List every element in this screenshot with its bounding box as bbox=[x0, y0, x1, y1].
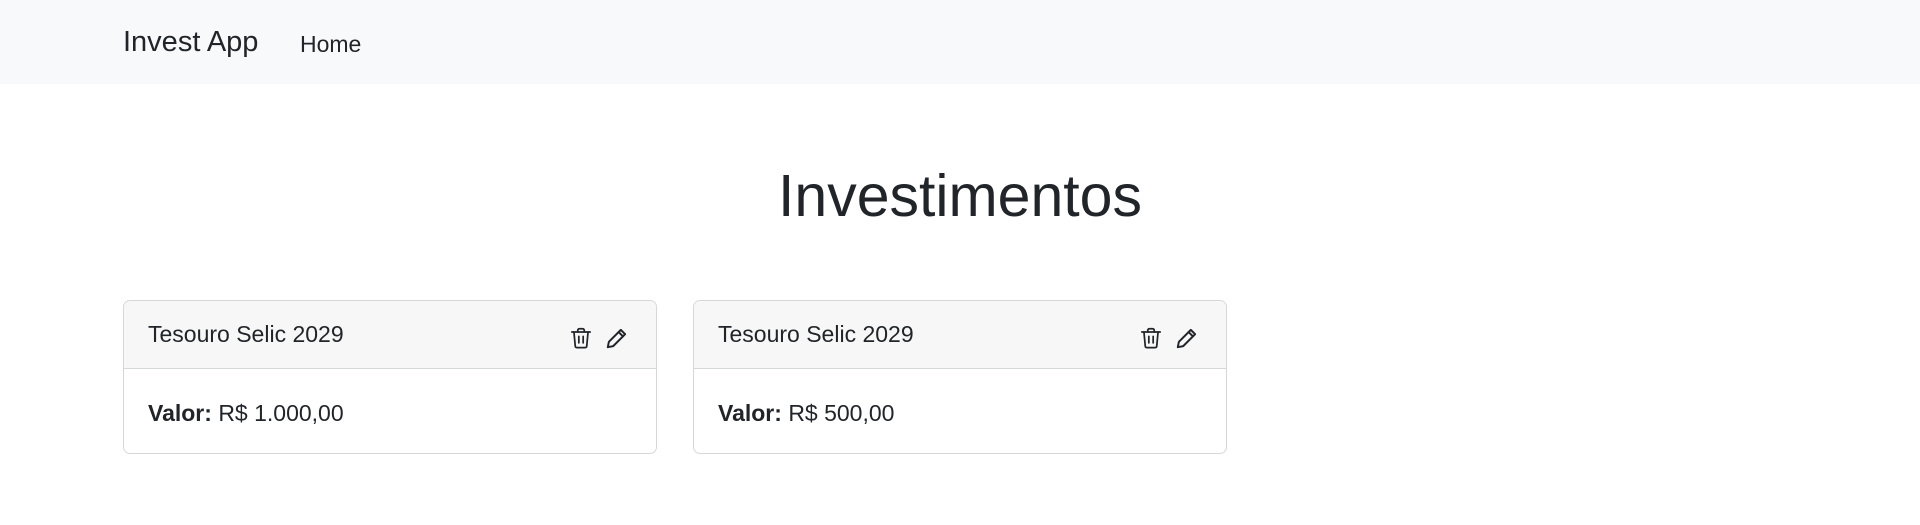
pencil-icon[interactable] bbox=[1174, 325, 1200, 351]
nav-link-home[interactable]: Home bbox=[300, 30, 361, 58]
card-header: Tesouro Selic 2029 bbox=[694, 301, 1226, 369]
page-title: Investimentos bbox=[778, 163, 1142, 229]
value-amount: R$ 1.000,00 bbox=[218, 400, 344, 426]
card-body: Valor: R$ 1.000,00 bbox=[148, 399, 344, 427]
value-amount: R$ 500,00 bbox=[788, 400, 895, 426]
investment-card: Tesouro Selic 2029 Valor: R$ 500,00 bbox=[693, 300, 1227, 454]
trash-icon[interactable] bbox=[568, 325, 594, 351]
brand-link[interactable]: Invest App bbox=[123, 24, 258, 60]
investment-card: Tesouro Selic 2029 Valor: R$ 1.000,00 bbox=[123, 300, 657, 454]
value-label: Valor: bbox=[718, 400, 782, 426]
card-title: Tesouro Selic 2029 bbox=[718, 321, 914, 347]
card-body: Valor: R$ 500,00 bbox=[718, 399, 894, 427]
card-title: Tesouro Selic 2029 bbox=[148, 321, 344, 347]
card-header: Tesouro Selic 2029 bbox=[124, 301, 656, 369]
navbar: Invest App Home bbox=[0, 0, 1920, 84]
trash-icon[interactable] bbox=[1138, 325, 1164, 351]
value-label: Valor: bbox=[148, 400, 212, 426]
pencil-icon[interactable] bbox=[604, 325, 630, 351]
